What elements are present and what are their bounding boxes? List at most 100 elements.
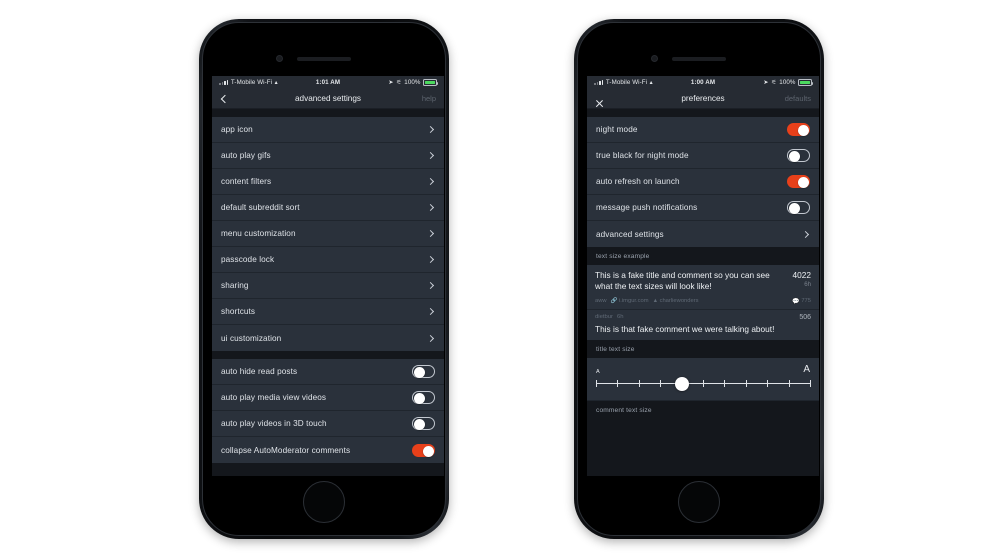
post-score-block: 4022 6h (793, 270, 811, 288)
list-item-label: auto play videos in 3D touch (221, 419, 327, 428)
comment-preview[interactable]: dietbur 6h 506 This is that fake comment… (587, 309, 819, 340)
toggle-switch[interactable] (787, 123, 810, 136)
chevron-right-icon (426, 177, 435, 186)
location-arrow-icon: ➤ (388, 79, 394, 86)
navigation-bar: advanced settings help (212, 89, 444, 109)
toggle-switch[interactable] (787, 175, 810, 188)
home-button[interactable] (678, 481, 720, 523)
list-item[interactable]: app icon (212, 117, 444, 143)
phone-left-body: T-Mobile Wi-Fi ▴ 1:01 AM ➤ ⚟ 100% advanc… (202, 22, 446, 536)
preferences-list: night mode true black for night mode aut… (587, 109, 819, 476)
title-text-size-slider[interactable] (596, 376, 811, 391)
comment-author: dietbur (595, 314, 614, 321)
slider-tick (767, 380, 769, 388)
status-bar-left: T-Mobile Wi-Fi ▴ (219, 79, 316, 86)
list-item[interactable]: content filters (212, 169, 444, 195)
toggle-knob (788, 203, 800, 214)
preferences-group-main: night mode true black for night mode aut… (587, 117, 819, 247)
list-item[interactable]: auto play gifs (212, 143, 444, 169)
slider-tick (810, 380, 811, 388)
chevron-right-icon (426, 334, 435, 342)
toggle-switch[interactable] (412, 417, 435, 430)
list-item-label: default subreddit sort (221, 203, 300, 212)
front-camera-icon (276, 55, 283, 62)
list-item[interactable]: auto play media view videos (212, 385, 444, 411)
home-button[interactable] (303, 481, 345, 523)
list-item-label: advanced settings (596, 229, 664, 239)
status-bar: T-Mobile Wi-Fi ▴ 1:00 AM ➤ ⚟ 100% (587, 76, 819, 89)
list-item[interactable]: auto hide read posts (212, 359, 444, 385)
carrier-label: T-Mobile Wi-Fi (605, 79, 648, 86)
earpiece-speaker (672, 57, 726, 61)
toggle-switch[interactable] (787, 201, 810, 214)
wifi-icon: ▴ (274, 79, 278, 86)
front-camera-icon (651, 55, 658, 62)
list-item[interactable]: default subreddit sort (212, 195, 444, 221)
list-item-advanced-settings[interactable]: advanced settings (587, 221, 819, 247)
post-top-row: This is a fake title and comment so you … (595, 270, 811, 292)
link-icon: 🔗 (610, 298, 618, 305)
list-item[interactable]: night mode (587, 117, 819, 143)
phone-right-body: T-Mobile Wi-Fi ▴ 1:00 AM ➤ ⚟ 100% prefer… (577, 22, 821, 536)
battery-percent-label: 100% (779, 79, 796, 86)
settings-list: app icon auto play gifs content filters (212, 109, 444, 476)
post-comment-count: 775 (801, 298, 811, 305)
chevron-right-icon (801, 230, 810, 238)
post-author-chip: ▲ charliewonders (653, 298, 699, 304)
list-item-label: message push notifications (596, 203, 698, 212)
person-icon: ▲ (652, 298, 659, 305)
large-a-label: A (803, 363, 810, 375)
help-button[interactable]: help (422, 94, 436, 103)
list-item-label: content filters (221, 177, 272, 186)
list-item[interactable]: ui customization (212, 325, 444, 351)
chevron-right-icon (426, 255, 435, 264)
post-subreddit[interactable]: aww (595, 298, 607, 304)
slider-tick (617, 380, 619, 388)
list-item[interactable]: sharing (212, 273, 444, 299)
list-item-label: ui customization (221, 333, 282, 343)
list-group-gap (212, 351, 444, 359)
toggle-switch[interactable] (412, 443, 435, 457)
toggle-switch[interactable] (412, 391, 435, 404)
toggle-switch[interactable] (787, 149, 810, 162)
list-item[interactable]: true black for night mode (587, 143, 819, 169)
slider-tick (788, 380, 790, 388)
chevron-right-icon (426, 203, 435, 212)
defaults-button[interactable]: defaults (785, 94, 811, 103)
toggle-switch[interactable] (412, 365, 435, 378)
slider-tick (724, 380, 726, 388)
slider-knob[interactable] (674, 376, 689, 391)
chevron-right-icon (426, 125, 435, 134)
navigation-bar: preferences defaults (587, 89, 819, 109)
post-age: 6h (804, 281, 811, 288)
phone-left-screen: T-Mobile Wi-Fi ▴ 1:01 AM ➤ ⚟ 100% advanc… (212, 76, 444, 476)
list-item[interactable]: shortcuts (212, 299, 444, 325)
list-item-label: auto play media view videos (221, 393, 327, 402)
list-item[interactable]: auto play videos in 3D touch (212, 411, 444, 437)
list-item-label: night mode (596, 125, 638, 134)
list-item-label: auto play gifs (221, 151, 271, 160)
list-item[interactable]: menu customization (212, 221, 444, 247)
post-preview[interactable]: This is a fake title and comment so you … (587, 265, 819, 310)
list-item[interactable]: collapse AutoModerator comments (212, 437, 444, 463)
chevron-right-icon (426, 151, 435, 160)
toggle-knob (413, 393, 425, 404)
list-item-label: menu customization (221, 229, 296, 238)
page-title: advanced settings (295, 94, 361, 103)
list-item[interactable]: passcode lock (212, 247, 444, 273)
slider-tick (596, 380, 597, 388)
signal-strength-icon (219, 80, 229, 85)
battery-full-icon (423, 79, 439, 86)
status-bar-left: T-Mobile Wi-Fi ▴ (594, 79, 691, 86)
post-author: charliewonders (659, 298, 699, 305)
back-button[interactable] (220, 94, 230, 103)
list-top-gap (212, 109, 444, 117)
list-item-label: app icon (221, 125, 253, 134)
settings-group-navigation: app icon auto play gifs content filters (212, 117, 444, 351)
title-text-size-slider-container: A A (587, 357, 819, 401)
chevron-right-icon (426, 307, 435, 316)
list-item[interactable]: message push notifications (587, 195, 819, 221)
list-item-label: sharing (221, 281, 249, 290)
list-top-gap (587, 109, 819, 117)
list-item[interactable]: auto refresh on launch (587, 169, 819, 195)
